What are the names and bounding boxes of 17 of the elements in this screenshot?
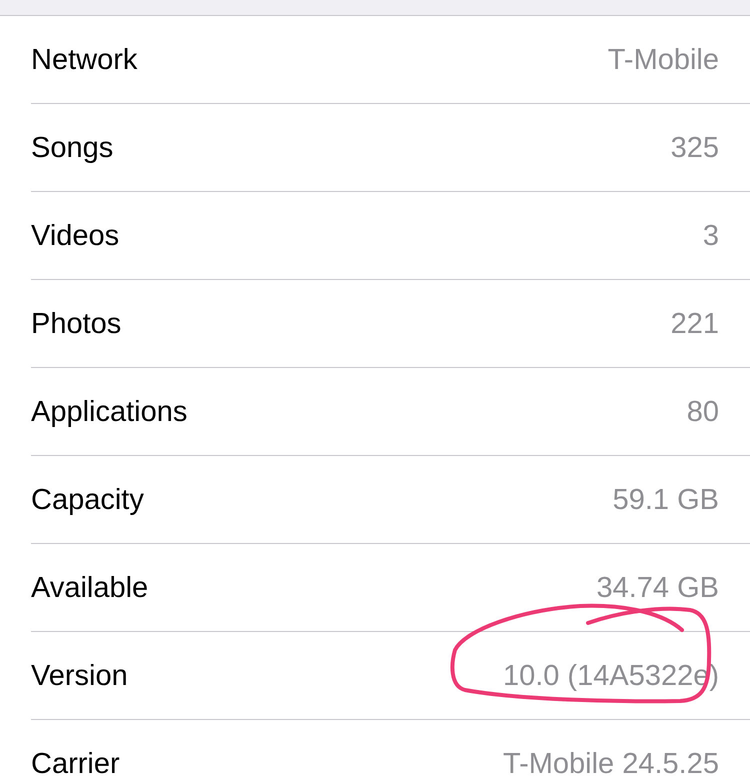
info-value: 3	[702, 220, 719, 250]
info-value: 59.1 GB	[612, 484, 719, 514]
info-value: 80	[686, 396, 719, 426]
info-label: Network	[31, 44, 138, 74]
info-value: 325	[670, 132, 719, 162]
info-label: Photos	[31, 308, 122, 338]
info-label: Version	[31, 660, 128, 690]
info-value: T-Mobile	[608, 44, 719, 74]
info-label: Capacity	[31, 484, 144, 514]
info-value: T-Mobile 24.5.25	[502, 749, 719, 777]
info-value: 34.74 GB	[596, 572, 719, 602]
info-label: Applications	[31, 396, 188, 426]
info-label: Available	[31, 572, 148, 602]
info-label: Songs	[31, 132, 114, 162]
info-label: Carrier	[31, 749, 120, 777]
info-label: Videos	[31, 220, 120, 250]
info-value: 221	[670, 308, 719, 338]
